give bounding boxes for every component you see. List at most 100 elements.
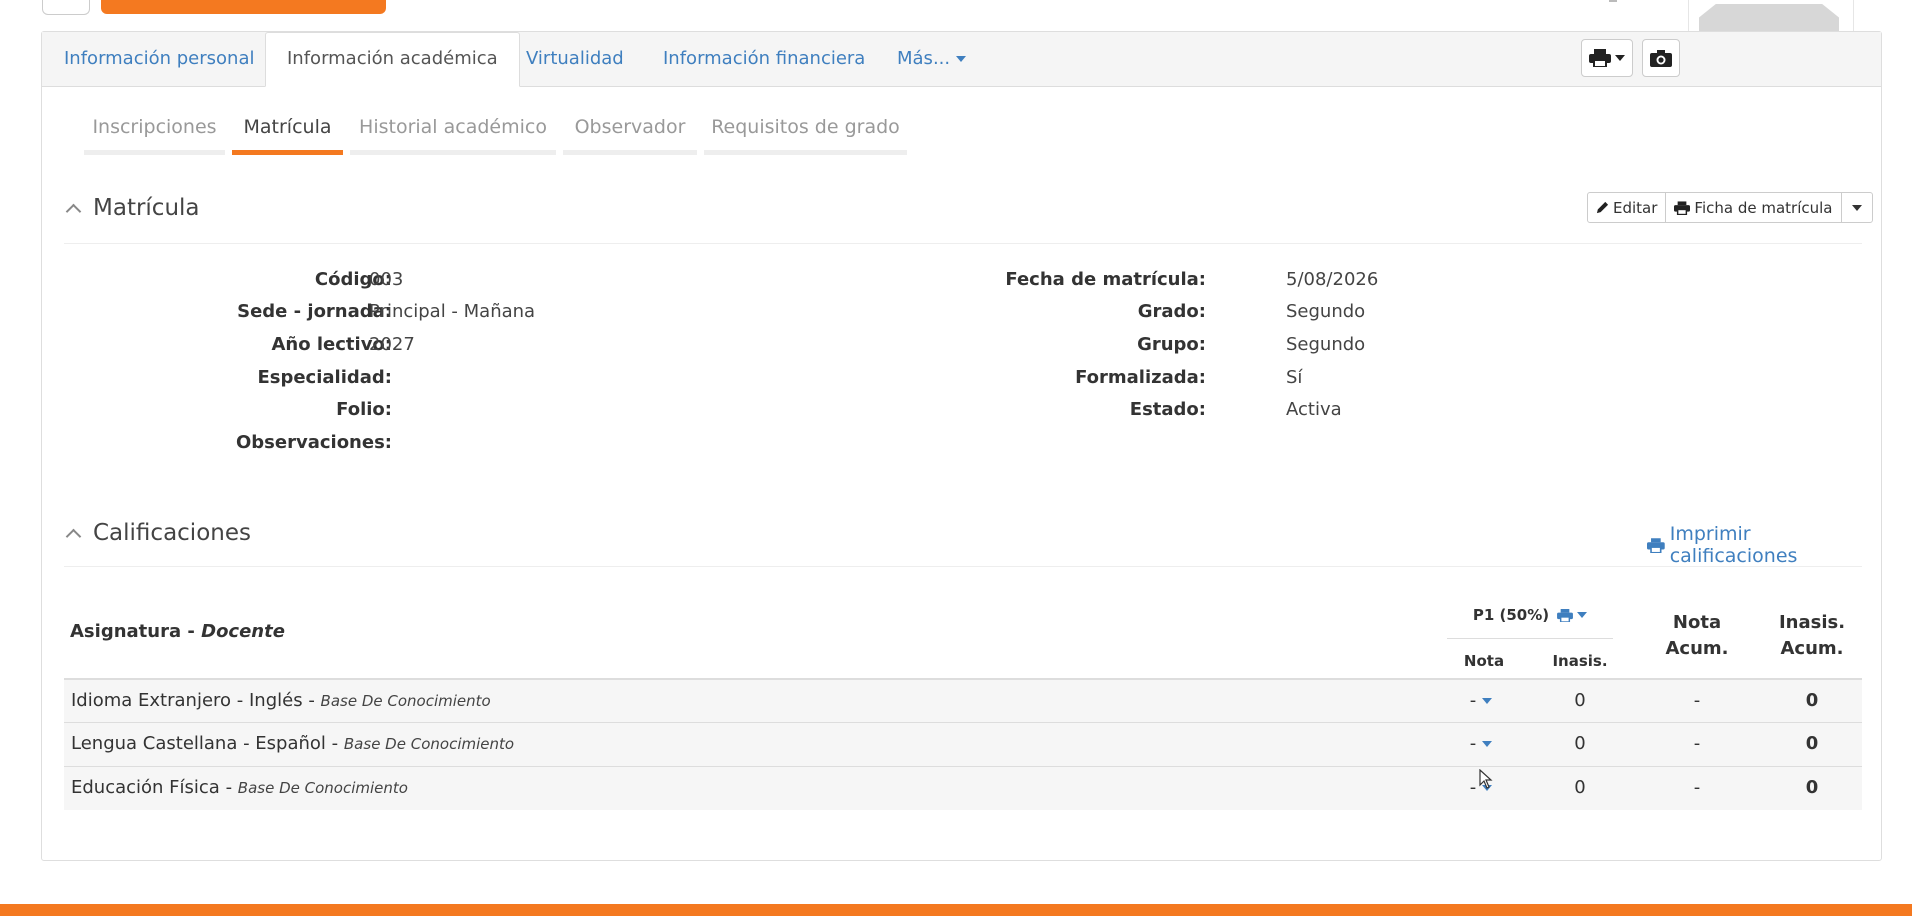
table-row: Lengua Castellana - Español - Base De Co… bbox=[64, 722, 1862, 766]
nota-acum-cell: - bbox=[1693, 690, 1701, 711]
matricula-title: Matrícula bbox=[93, 195, 200, 221]
matricula-actions: Editar Ficha de matrícula bbox=[1587, 192, 1873, 223]
subtab-matricula[interactable]: Matrícula bbox=[232, 116, 343, 155]
subtab-requisitos-de-grado[interactable]: Requisitos de grado bbox=[704, 116, 907, 155]
calificaciones-separator bbox=[64, 566, 1862, 567]
subject-name: Idioma Extranjero - Inglés bbox=[71, 690, 303, 711]
tab-virtualidad[interactable]: Virtualidad bbox=[526, 32, 624, 86]
tab-mas[interactable]: Más... bbox=[897, 32, 967, 86]
back-button[interactable] bbox=[42, 0, 90, 15]
camera-button[interactable] bbox=[1642, 39, 1680, 77]
pencil-icon bbox=[1596, 201, 1609, 214]
period-p1-header[interactable]: P1 (50%) bbox=[1447, 606, 1613, 624]
period-p1-label: P1 (50%) bbox=[1472, 606, 1550, 624]
inasis-acum-header: Inasis. Acum. bbox=[1762, 610, 1862, 662]
tab-informacion-academica[interactable]: Información académica bbox=[265, 32, 520, 87]
table-row: Idioma Extranjero - Inglés - Base De Con… bbox=[64, 678, 1862, 723]
ficha-dropdown-button[interactable] bbox=[1842, 193, 1872, 222]
chevron-down-icon bbox=[1577, 612, 1588, 618]
matricula-section-header[interactable]: Matrícula bbox=[64, 195, 200, 221]
teacher-name: Base De Conocimiento bbox=[320, 692, 491, 710]
field-value: 003 bbox=[369, 269, 404, 290]
inasis-acum-line2: Acum. bbox=[1780, 638, 1844, 659]
nota-header: Nota bbox=[1463, 652, 1505, 670]
field-fecha-matricula: Fecha de matrícula: 5/08/2026 bbox=[942, 268, 1542, 292]
subtab-observador[interactable]: Observador bbox=[563, 116, 697, 155]
inasis-cell: 0 bbox=[1574, 690, 1586, 711]
edit-label: Editar bbox=[1613, 198, 1658, 217]
subject-cell: Idioma Extranjero - Inglés - Base De Con… bbox=[71, 690, 491, 711]
chevron-down-icon bbox=[1482, 698, 1493, 704]
tab-informacion-financiera[interactable]: Información financiera bbox=[663, 32, 865, 86]
inasis-acum-cell: 0 bbox=[1805, 690, 1819, 711]
imprimir-calificaciones-link[interactable]: Imprimir calificaciones bbox=[1647, 523, 1881, 567]
nota-acum-cell: - bbox=[1693, 777, 1701, 798]
printer-icon bbox=[1557, 608, 1574, 622]
chevron-up-icon bbox=[65, 203, 82, 219]
nota-acum-cell: - bbox=[1693, 733, 1701, 754]
nota-acum-header: Nota Acum. bbox=[1642, 610, 1752, 662]
nota-value: - bbox=[1469, 690, 1477, 711]
teacher-name: Base De Conocimiento bbox=[237, 779, 408, 797]
top-accent-bar bbox=[101, 0, 386, 14]
nota-value: - bbox=[1469, 733, 1477, 754]
chevron-up-icon bbox=[65, 528, 82, 544]
subtab-historial-academico[interactable]: Historial académico bbox=[350, 116, 556, 155]
calificaciones-title: Calificaciones bbox=[93, 520, 251, 546]
nota-acum-line1: Nota bbox=[1672, 612, 1722, 633]
tab-informacion-personal[interactable]: Información personal bbox=[64, 32, 255, 86]
edit-button[interactable]: Editar bbox=[1588, 193, 1667, 222]
subtab-inscripciones[interactable]: Inscripciones bbox=[84, 116, 225, 155]
camera-icon bbox=[1650, 50, 1672, 67]
inasis-acum-cell: 0 bbox=[1805, 733, 1819, 754]
print-menu-button[interactable] bbox=[1581, 39, 1633, 77]
inasis-cell: 0 bbox=[1574, 733, 1586, 754]
main-panel: Información personal Información académi… bbox=[41, 31, 1882, 861]
chevron-down-icon bbox=[1615, 55, 1625, 61]
period-header-divider bbox=[1447, 638, 1613, 639]
inasis-acum-line1: Inasis. bbox=[1778, 612, 1846, 633]
nota-cell[interactable]: - bbox=[1444, 733, 1518, 754]
subject-cell: Educación Física - Base De Conocimiento bbox=[71, 777, 408, 798]
nota-value: - bbox=[1469, 777, 1477, 798]
field-label: Observaciones: bbox=[235, 432, 392, 453]
teacher-name: Base De Conocimiento bbox=[343, 735, 515, 753]
calificaciones-section-header[interactable]: Calificaciones bbox=[64, 520, 251, 546]
chevron-down-icon bbox=[1851, 204, 1862, 211]
printer-icon bbox=[1589, 49, 1611, 67]
inasis-header: Inasis. bbox=[1552, 652, 1608, 670]
matricula-separator bbox=[64, 243, 1862, 244]
field-codigo: Código: 003 bbox=[42, 268, 1042, 292]
field-label: Grado: bbox=[1137, 301, 1206, 322]
field-value: Sí bbox=[1286, 367, 1303, 388]
ficha-matricula-button[interactable]: Ficha de matrícula bbox=[1666, 193, 1842, 222]
subject-name: Educación Física bbox=[71, 777, 220, 798]
chevron-down-icon bbox=[956, 56, 967, 62]
table-row: Educación Física - Base De Conocimiento … bbox=[64, 766, 1862, 810]
imprimir-calificaciones-label: Imprimir calificaciones bbox=[1669, 523, 1798, 567]
field-ano-lectivo: Año lectivo: 2027 bbox=[42, 333, 1042, 357]
asignatura-header-label: Asignatura bbox=[70, 621, 182, 642]
field-value: Segundo bbox=[1286, 301, 1366, 322]
chevron-down-icon bbox=[1482, 741, 1493, 747]
field-formalizada: Formalizada: Sí bbox=[942, 366, 1542, 390]
field-label: Fecha de matrícula: bbox=[1005, 269, 1206, 290]
field-value: Principal - Mañana bbox=[369, 301, 536, 322]
inasis-cell: 0 bbox=[1574, 777, 1586, 798]
nota-cell[interactable]: - bbox=[1444, 690, 1518, 711]
field-especialidad: Especialidad: bbox=[42, 366, 1042, 390]
field-value: Segundo bbox=[1286, 334, 1366, 355]
field-label: Grupo: bbox=[1137, 334, 1206, 355]
field-value: 5/08/2026 bbox=[1286, 269, 1379, 290]
field-grado: Grado: Segundo bbox=[942, 300, 1542, 324]
footer-accent-bar bbox=[0, 904, 1912, 916]
main-tabbar: Información personal Información académi… bbox=[42, 32, 1881, 87]
field-label: Formalizada: bbox=[1075, 367, 1206, 388]
field-sede-jornada: Sede - jornada: Principal - Mañana bbox=[42, 300, 1042, 324]
field-grupo: Grupo: Segundo bbox=[942, 333, 1542, 357]
docente-header-label: Docente bbox=[201, 621, 285, 642]
field-observaciones: Observaciones: bbox=[42, 431, 1042, 455]
field-value: 2027 bbox=[369, 334, 415, 355]
field-label: Folio: bbox=[336, 399, 392, 420]
top-divider bbox=[1609, 0, 1617, 2]
